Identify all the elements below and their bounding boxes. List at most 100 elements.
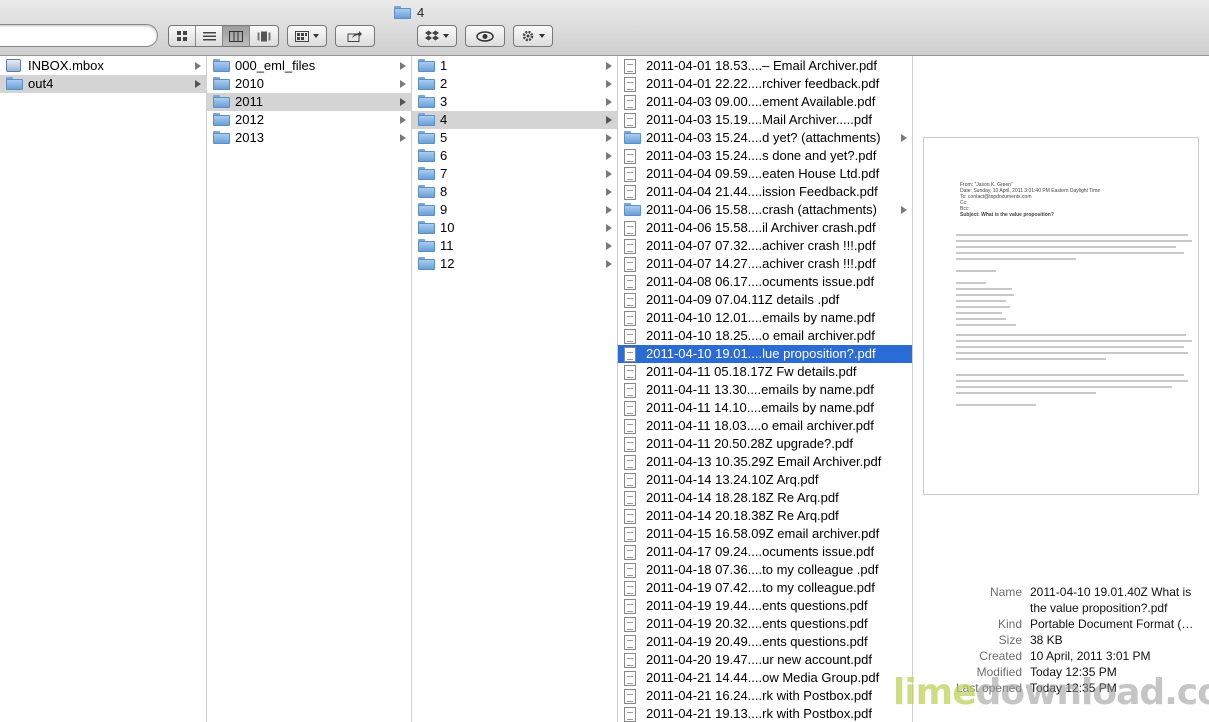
preview-text-line xyxy=(956,294,1014,296)
pdf-file-icon xyxy=(624,347,636,362)
file-row[interactable]: 2011-04-18 07.36....to my colleague .pdf xyxy=(618,561,912,579)
file-row[interactable]: 2011-04-10 12.01....emails by name.pdf xyxy=(618,309,912,327)
file-row[interactable]: 2011-04-08 06.17....ocuments issue.pdf xyxy=(618,273,912,291)
file-row[interactable]: 2011-04-06 15.58....crash (attachments) xyxy=(618,201,912,219)
list-item[interactable]: 2 xyxy=(412,75,617,93)
list-item[interactable]: 12 xyxy=(412,255,617,273)
preview-text-line xyxy=(956,352,1188,354)
pdf-file-icon xyxy=(624,689,636,704)
file-row[interactable]: 2011-04-21 16.24....rk with Postbox.pdf xyxy=(618,687,912,705)
file-row[interactable]: 2011-04-03 09.00....ement Available.pdf xyxy=(618,93,912,111)
list-item[interactable]: 2010 xyxy=(207,75,411,93)
dropbox-button[interactable] xyxy=(417,25,457,47)
disclosure-arrow-icon xyxy=(606,98,612,106)
browser-column-3[interactable]: 1 2 3 4 5 6 7 8 9 10 11 12 xyxy=(412,56,618,722)
file-row[interactable]: 2011-04-11 13.30....emails by name.pdf xyxy=(618,381,912,399)
list-item[interactable]: INBOX.mbox xyxy=(0,57,206,75)
file-row[interactable]: 2011-04-01 18.53....– Email Archiver.pdf xyxy=(618,57,912,75)
list-item[interactable]: 9 xyxy=(412,201,617,219)
pdf-file-icon xyxy=(624,509,636,524)
file-row[interactable]: 2011-04-19 19.44....ents questions.pdf xyxy=(618,597,912,615)
preview-text-line xyxy=(956,240,1192,242)
list-item[interactable]: 2013 xyxy=(207,129,411,147)
disclosure-arrow-icon xyxy=(606,224,612,232)
column-view-button[interactable] xyxy=(223,26,250,46)
file-row[interactable]: 2011-04-19 20.49....ents questions.pdf xyxy=(618,633,912,651)
file-row[interactable]: 2011-04-07 07.32....achiver crash !!!.pd… xyxy=(618,237,912,255)
pdf-file-icon xyxy=(624,617,636,632)
preview-text-line xyxy=(956,324,1016,326)
file-row[interactable]: 2011-04-07 14.27....achiver crash !!!.pd… xyxy=(618,255,912,273)
pdf-file-icon xyxy=(624,401,636,416)
list-view-button[interactable] xyxy=(196,26,223,46)
list-item[interactable]: 3 xyxy=(412,93,617,111)
list-item[interactable]: 6 xyxy=(412,147,617,165)
file-row[interactable]: 2011-04-04 09.59....eaten House Ltd.pdf xyxy=(618,165,912,183)
icon-view-button[interactable] xyxy=(169,26,196,46)
share-button[interactable] xyxy=(335,25,375,47)
list-item[interactable]: 1 xyxy=(412,57,617,75)
file-row[interactable]: 2011-04-14 18.28.18Z Re Arq.pdf xyxy=(618,489,912,507)
list-item[interactable]: 2011 xyxy=(207,93,411,111)
file-row[interactable]: 2011-04-19 20.32....ents questions.pdf xyxy=(618,615,912,633)
list-item[interactable]: out4 xyxy=(0,75,206,93)
file-row[interactable]: 2011-04-21 19.13....rk with Postbox.pdf xyxy=(618,705,912,722)
list-item[interactable]: 5 xyxy=(412,129,617,147)
folder-icon xyxy=(418,113,435,126)
browser-column-1[interactable]: INBOX.mbox out4 xyxy=(0,56,207,722)
file-row[interactable]: 2011-04-20 19.47....ur new account.pdf xyxy=(618,651,912,669)
file-row[interactable]: 2011-04-11 14.10....emails by name.pdf xyxy=(618,399,912,417)
disclosure-arrow-icon xyxy=(400,62,406,70)
column-view-icon xyxy=(229,30,243,42)
file-row[interactable]: 2011-04-15 16.58.09Z email archiver.pdf xyxy=(618,525,912,543)
folder-icon xyxy=(418,77,435,90)
file-row[interactable]: 2011-04-13 10.35.29Z Email Archiver.pdf xyxy=(618,453,912,471)
list-item[interactable]: 8 xyxy=(412,183,617,201)
arrange-button[interactable] xyxy=(287,25,327,47)
file-row[interactable]: 2011-04-10 19.01....lue proposition?.pdf xyxy=(618,345,912,363)
search-field[interactable] xyxy=(0,24,158,47)
file-row[interactable]: 2011-04-10 18.25....o email archiver.pdf xyxy=(618,327,912,345)
folder-icon xyxy=(418,239,435,252)
view-mode-control[interactable] xyxy=(168,25,279,47)
browser-column-4[interactable]: 2011-04-01 18.53....– Email Archiver.pdf… xyxy=(618,56,913,722)
file-row[interactable]: 2011-04-14 13.24.10Z Arq.pdf xyxy=(618,471,912,489)
window-title-text: 4 xyxy=(417,4,425,20)
window-title: 4 xyxy=(394,4,424,20)
pdf-file-icon xyxy=(624,329,636,344)
pdf-file-icon xyxy=(624,581,636,596)
preview-text-line xyxy=(956,306,1010,308)
file-row[interactable]: 2011-04-14 20.18.38Z Re Arq.pdf xyxy=(618,507,912,525)
file-row[interactable]: 2011-04-03 15.19....Mail Archiver.....pd… xyxy=(618,111,912,129)
preview-text-line xyxy=(956,258,1076,260)
action-button[interactable] xyxy=(513,25,553,47)
file-row[interactable]: 2011-04-17 09.24....ocuments issue.pdf xyxy=(618,543,912,561)
file-row[interactable]: 2011-04-11 18.03....o email archiver.pdf xyxy=(618,417,912,435)
list-item[interactable]: 4 xyxy=(412,111,617,129)
file-row[interactable]: 2011-04-11 05.18.17Z Fw details.pdf xyxy=(618,363,912,381)
file-row[interactable]: 2011-04-04 21.44....ission Feedback.pdf xyxy=(618,183,912,201)
list-item[interactable]: 11 xyxy=(412,237,617,255)
browser-column-2[interactable]: 000_eml_files 2010 2011 2012 2013 xyxy=(207,56,412,722)
file-row[interactable]: 2011-04-21 14.44....ow Media Group.pdf xyxy=(618,669,912,687)
file-row[interactable]: 2011-04-03 15.24....d yet? (attachments) xyxy=(618,129,912,147)
disclosure-arrow-icon xyxy=(606,116,612,124)
file-row[interactable]: 2011-04-19 07.42....to my colleague.pdf xyxy=(618,579,912,597)
quick-look-button[interactable] xyxy=(465,25,505,47)
coverflow-view-button[interactable] xyxy=(250,26,277,46)
folder-icon xyxy=(213,113,230,126)
file-row[interactable]: 2011-04-09 07.04.11Z details .pdf xyxy=(618,291,912,309)
list-item[interactable]: 2012 xyxy=(207,111,411,129)
folder-icon xyxy=(418,167,435,180)
pdf-file-icon xyxy=(624,671,636,686)
file-row[interactable]: 2011-04-03 15.24....s done and yet?.pdf xyxy=(618,147,912,165)
list-item[interactable]: 7 xyxy=(412,165,617,183)
list-item[interactable]: 000_eml_files xyxy=(207,57,411,75)
file-row[interactable]: 2011-04-01 22.22....rchiver feedback.pdf xyxy=(618,75,912,93)
file-row[interactable]: 2011-04-06 15.58....il Archiver crash.pd… xyxy=(618,219,912,237)
list-item[interactable]: 10 xyxy=(412,219,617,237)
pdf-file-icon xyxy=(624,365,636,380)
disclosure-arrow-icon xyxy=(606,152,612,160)
preview-text-line xyxy=(956,340,1192,342)
file-row[interactable]: 2011-04-11 20.50.28Z upgrade?.pdf xyxy=(618,435,912,453)
